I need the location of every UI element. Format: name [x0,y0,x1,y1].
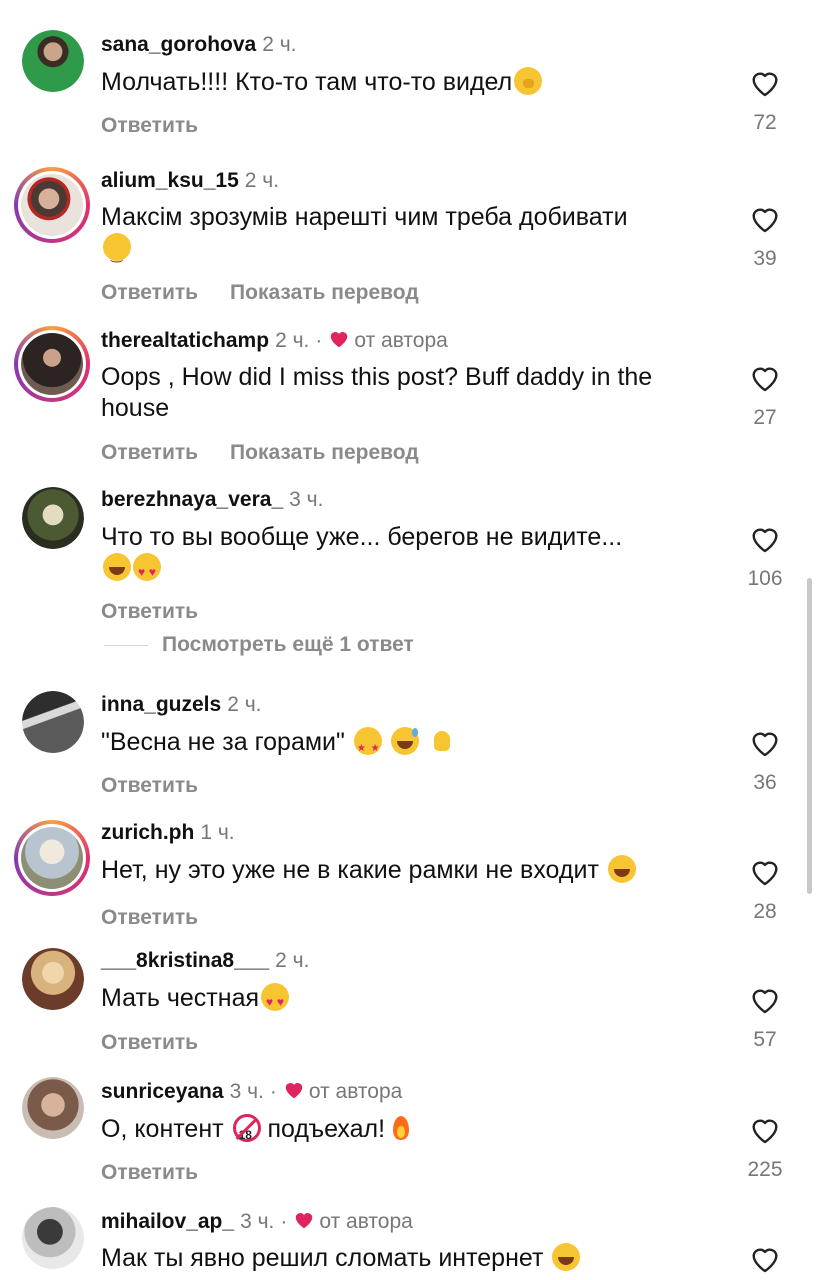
heart-eyes-emoji [133,553,161,588]
author-liked-heart-icon [283,1079,305,1101]
fire-emoji [387,1114,415,1142]
username[interactable]: mihailov_ap_ [101,1210,234,1233]
laughing-tears-emoji [103,553,131,581]
reply-button[interactable]: Ответить [101,281,198,304]
timestamp: 2 ч. [262,33,297,56]
laughing-tears-emoji [552,1243,581,1271]
timestamp: 2 ч. [275,329,310,352]
comment-text: Что то вы вообще уже... берегов не видит… [101,522,701,588]
reply-button[interactable]: Ответить [101,114,198,137]
timestamp: 3 ч. [289,488,324,511]
like-heart-icon[interactable] [748,983,782,1017]
author-like-label: от автора [308,1080,403,1103]
timestamp: 2 ч. [227,693,262,716]
timestamp: 1 ч. [200,821,235,844]
avatar[interactable] [22,30,84,92]
smirking-face-emoji [103,233,131,270]
like-count: 57 [753,1028,777,1051]
avatar[interactable] [22,1077,84,1139]
view-more-replies[interactable]: Посмотреть ещё 1 ответ [104,633,414,657]
timestamp: 2 ч. [244,169,280,192]
timestamp: 2 ч. [275,949,310,972]
comment-text: "Весна не за горами" [101,727,701,764]
timestamp: 3 ч. [229,1080,264,1103]
avatar[interactable] [22,948,84,1010]
like-heart-icon[interactable] [748,726,782,760]
show-translation-button[interactable]: Показать перевод [230,281,419,304]
star-struck-emoji [353,727,382,764]
grinning-sweat-emoji [390,727,419,755]
reply-button[interactable]: Ответить [101,600,198,623]
avatar-story-ring[interactable] [14,326,90,402]
show-translation-button[interactable]: Показать перевод [230,441,419,464]
like-count: 28 [753,900,777,923]
like-heart-icon[interactable] [748,522,782,556]
shushing-face-emoji [514,67,543,95]
heart-eyes-emoji [261,983,290,1018]
reply-button[interactable]: Ответить [101,1161,198,1184]
username[interactable]: therealtatichamp [101,329,269,352]
divider [104,644,148,646]
like-heart-icon[interactable] [748,202,782,236]
like-heart-icon[interactable] [748,66,782,100]
comment-text: О, контент подъехал! [101,1114,701,1151]
reply-button[interactable]: Ответить [101,441,198,464]
avatar-story-ring[interactable] [14,167,90,243]
username[interactable]: ___8kristina8___ [101,949,269,972]
like-heart-icon[interactable] [748,855,782,889]
comment-text: Максім зрозумів нарешті чим треба добива… [101,202,701,270]
no-under-18-emoji [232,1114,261,1151]
like-count: 106 [747,567,783,590]
comment-text: Мать честная [101,983,701,1018]
author-liked-heart-icon [328,328,350,350]
author-like-label: от автора [354,329,448,352]
scrollbar[interactable] [807,578,812,894]
like-heart-icon[interactable] [748,1242,782,1276]
username[interactable]: sunriceyana [101,1080,224,1103]
avatar[interactable] [22,487,84,549]
laughing-tears-emoji [607,855,636,883]
reply-button[interactable]: Ответить [101,906,198,929]
author-like-label: от автора [319,1210,413,1233]
like-heart-icon[interactable] [748,1113,782,1147]
like-count: 27 [753,406,777,429]
username[interactable]: alium_ksu_15 [101,169,239,192]
comment-text: Oops , How did I miss this post? Buff da… [101,363,653,422]
username[interactable]: inna_guzels [101,693,221,716]
avatar-story-ring[interactable] [14,820,90,896]
pinching-hand-emoji [428,727,456,755]
comment-text: Нет, ну это уже не в какие рамки не вход… [101,855,701,886]
timestamp: 3 ч. [240,1210,275,1233]
reply-button[interactable]: Ответить [101,1031,198,1054]
username[interactable]: zurich.ph [101,821,194,844]
like-count: 225 [747,1158,783,1181]
username[interactable]: sana_gorohova [101,33,256,56]
comment-text: Молчать!!!! Кто-то там что-то видел [101,67,701,98]
like-count: 36 [753,771,777,794]
reply-button[interactable]: Ответить [101,774,198,797]
like-count: 39 [753,247,777,270]
like-heart-icon[interactable] [748,361,782,395]
like-count: 72 [753,111,777,134]
avatar[interactable] [22,1207,84,1269]
comment-text: Мак ты явно решил сломать интернет [101,1243,701,1274]
view-more-replies-label: Посмотреть ещё 1 ответ [162,633,414,656]
username[interactable]: berezhnaya_vera_ [101,488,283,511]
author-liked-heart-icon [293,1209,315,1231]
avatar[interactable] [22,691,84,753]
